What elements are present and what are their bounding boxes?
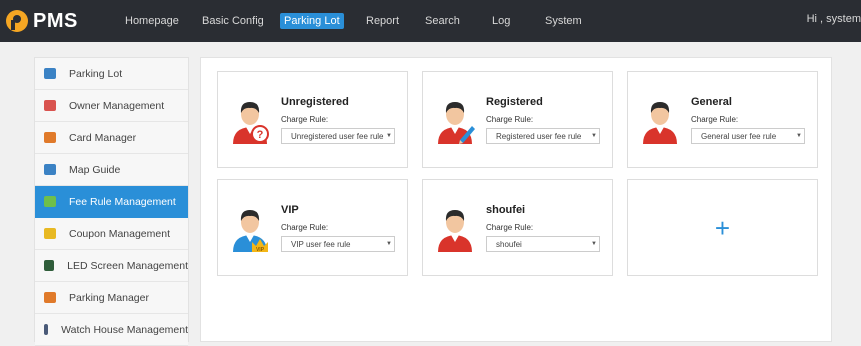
sidebar-item-label: Coupon Management — [69, 227, 170, 240]
parking-lot-icon — [44, 68, 56, 79]
charge-rule-value: shoufei — [496, 239, 522, 249]
fee-rule-card[interactable]: VIP VIP Charge Rule: VIP user fee rule ▼ — [217, 179, 408, 276]
nav-parking-lot[interactable]: Parking Lot — [280, 13, 344, 29]
charge-rule-label: Charge Rule: — [486, 223, 534, 232]
top-navigation-bar: PMS Homepage Basic Config Parking Lot Re… — [0, 0, 861, 42]
led-screen-icon — [44, 260, 55, 271]
chevron-down-icon: ▼ — [386, 133, 392, 139]
sidebar-item-label: Parking Lot — [69, 67, 123, 80]
fee-rule-icon — [44, 196, 56, 207]
user-icon — [438, 210, 472, 252]
chevron-down-icon: ▼ — [386, 241, 392, 247]
fee-rule-card[interactable]: General Charge Rule: General user fee ru… — [627, 71, 818, 168]
nav-system[interactable]: System — [545, 13, 582, 29]
chevron-down-icon: ▼ — [591, 133, 597, 139]
sidebar-item-label: Card Manager — [69, 131, 137, 144]
card-title: Registered — [486, 96, 543, 108]
logo-icon — [6, 10, 28, 32]
map-icon — [44, 164, 56, 175]
sidebar-item-label: Fee Rule Management — [69, 195, 176, 208]
charge-rule-value: General user fee rule — [701, 131, 777, 141]
fee-rule-card[interactable]: ? Unregistered Charge Rule: Unregistered… — [217, 71, 408, 168]
sidebar-item-owner-management[interactable]: Owner Management — [35, 90, 188, 122]
person-icon — [44, 292, 56, 303]
plus-icon: + — [714, 212, 731, 243]
charge-rule-select[interactable]: General user fee rule ▼ — [691, 128, 805, 144]
sidebar-item-label: LED Screen Management — [67, 259, 188, 272]
charge-rule-select[interactable]: Registered user fee rule ▼ — [486, 128, 600, 144]
sidebar-item-parking-manager[interactable]: Parking Manager — [35, 282, 188, 314]
sidebar-item-map-guide[interactable]: Map Guide — [35, 154, 188, 186]
nav-search[interactable]: Search — [425, 13, 460, 29]
charge-rule-label: Charge Rule: — [691, 115, 739, 124]
chevron-down-icon: ▼ — [591, 241, 597, 247]
svg-text:?: ? — [257, 129, 264, 141]
sidebar-item-watch-house-management[interactable]: Watch House Management — [35, 314, 188, 346]
charge-rule-value: VIP user fee rule — [291, 239, 351, 249]
unregistered-user-icon: ? — [233, 102, 269, 144]
user-greeting[interactable]: Hi , system — [807, 13, 861, 25]
fee-rule-card[interactable]: Registered Charge Rule: Registered user … — [422, 71, 613, 168]
nav-report[interactable]: Report — [366, 13, 399, 29]
sidebar-item-fee-rule-management[interactable]: Fee Rule Management — [35, 186, 188, 218]
charge-rule-select[interactable]: Unregistered user fee rule ▼ — [281, 128, 395, 144]
charge-rule-select[interactable]: shoufei ▼ — [486, 236, 600, 252]
sidebar-item-label: Parking Manager — [69, 291, 149, 304]
charge-rule-label: Charge Rule: — [486, 115, 534, 124]
sidebar-item-coupon-management[interactable]: Coupon Management — [35, 218, 188, 250]
card-icon — [44, 132, 56, 143]
sidebar-item-label: Owner Management — [69, 99, 165, 112]
fee-rule-card[interactable]: shoufei Charge Rule: shoufei ▼ — [422, 179, 613, 276]
car-icon — [44, 100, 56, 111]
sidebar-item-label: Watch House Management — [61, 323, 188, 336]
sidebar-item-label: Map Guide — [69, 163, 121, 176]
nav-log[interactable]: Log — [492, 13, 510, 29]
nav-homepage[interactable]: Homepage — [125, 13, 179, 29]
sidebar-item-parking-lot[interactable]: Parking Lot — [35, 58, 188, 90]
registered-user-icon — [438, 102, 475, 144]
charge-rule-label: Charge Rule: — [281, 115, 329, 124]
sidebar-item-card-manager[interactable]: Card Manager — [35, 122, 188, 154]
watch-house-icon — [44, 324, 49, 335]
nav-basic-config[interactable]: Basic Config — [202, 13, 264, 29]
card-title: Unregistered — [281, 96, 349, 108]
coupon-icon — [44, 228, 56, 239]
app-name: PMS — [33, 9, 78, 32]
charge-rule-value: Registered user fee rule — [496, 131, 582, 141]
fee-rule-panel: ? Unregistered Charge Rule: Unregistered… — [200, 57, 832, 342]
vip-user-icon: VIP — [233, 210, 268, 253]
svg-text:VIP: VIP — [256, 247, 265, 253]
card-title: General — [691, 96, 732, 108]
card-title: shoufei — [486, 204, 526, 216]
sidebar: Parking Lot Owner Management Card Manage… — [34, 57, 189, 346]
sidebar-item-led-screen-management[interactable]: LED Screen Management — [35, 250, 188, 282]
charge-rule-value: Unregistered user fee rule — [291, 131, 384, 141]
app-logo[interactable]: PMS — [6, 9, 78, 33]
general-user-icon — [643, 102, 677, 144]
add-fee-rule-button[interactable]: + — [627, 179, 818, 276]
charge-rule-label: Charge Rule: — [281, 223, 329, 232]
card-title: VIP — [281, 204, 299, 216]
charge-rule-select[interactable]: VIP user fee rule ▼ — [281, 236, 395, 252]
chevron-down-icon: ▼ — [796, 133, 802, 139]
